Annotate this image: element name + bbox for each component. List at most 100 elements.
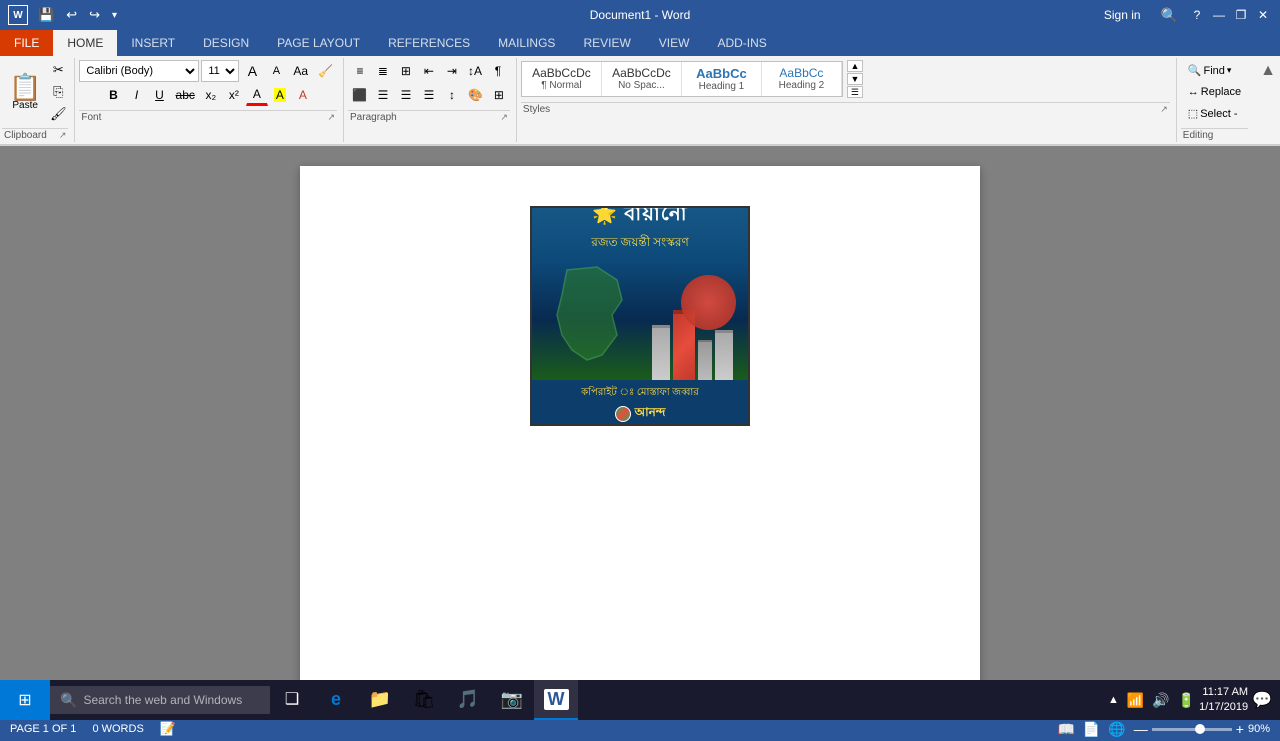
- increase-indent-btn[interactable]: ⇥: [441, 60, 463, 82]
- decrease-indent-btn[interactable]: ⇤: [418, 60, 440, 82]
- word-taskbar-app[interactable]: W: [534, 680, 578, 720]
- save-quick-btn[interactable]: 💾: [34, 5, 58, 25]
- copy-button[interactable]: ⎘: [48, 82, 68, 102]
- change-case-btn[interactable]: Aa: [289, 60, 312, 82]
- tab-design[interactable]: DESIGN: [189, 30, 263, 56]
- zoom-in-icon[interactable]: +: [1236, 721, 1244, 737]
- find-button[interactable]: 🔍 Find ▾: [1181, 60, 1239, 81]
- system-clock[interactable]: 11:17 AM 1/17/2019: [1199, 685, 1248, 716]
- status-bar-right: 📖 📄 🌐 — + 90%: [1057, 721, 1270, 738]
- read-mode-icon[interactable]: 📖: [1057, 721, 1074, 738]
- styles-more[interactable]: ☰: [847, 86, 863, 98]
- notification-icon[interactable]: 💬: [1252, 690, 1272, 710]
- text-color-button[interactable]: A: [246, 84, 268, 106]
- cut-button[interactable]: ✂: [48, 60, 68, 80]
- redo-quick-btn[interactable]: ↪: [85, 5, 104, 25]
- align-right-btn[interactable]: ☰: [395, 84, 417, 106]
- tab-references[interactable]: REFERENCES: [374, 30, 484, 56]
- taskbar-search[interactable]: 🔍 Search the web and Windows: [50, 686, 270, 714]
- styles-scroll-up[interactable]: ▲: [847, 60, 863, 72]
- format-painter-button[interactable]: 🖌: [48, 104, 68, 124]
- tab-review[interactable]: REVIEW: [569, 30, 644, 56]
- tray-arrow[interactable]: ▲: [1108, 694, 1119, 706]
- ribbon-collapse-btn[interactable]: ▲: [1256, 58, 1280, 142]
- search-icon[interactable]: 🔍: [1155, 5, 1184, 26]
- tab-insert[interactable]: INSERT: [117, 30, 189, 56]
- styles-scroll-down[interactable]: ▼: [847, 73, 863, 85]
- numbered-list-btn[interactable]: ≣: [372, 60, 394, 82]
- title-bar: W 💾 ↩ ↪ ▾ Document1 - Word Sign in 🔍 ? —…: [0, 0, 1280, 30]
- align-left-btn[interactable]: ⬛: [348, 84, 371, 106]
- bullet-list-btn[interactable]: ≡: [349, 60, 371, 82]
- volume-icon[interactable]: 🔊: [1152, 692, 1169, 709]
- font-color-button[interactable]: A: [292, 84, 314, 106]
- proofing-icon[interactable]: 📝: [160, 721, 176, 737]
- taskbar: ⊞ 🔍 Search the web and Windows ❑ e 📁 🛍 🎵: [0, 680, 1280, 720]
- paragraph-expand-icon[interactable]: ↗: [500, 112, 508, 123]
- page-info: PAGE 1 OF 1: [10, 723, 76, 735]
- restore-btn[interactable]: ❐: [1232, 6, 1250, 24]
- tab-page-layout[interactable]: PAGE LAYOUT: [263, 30, 374, 56]
- zoom-out-icon[interactable]: —: [1134, 721, 1148, 737]
- print-layout-icon[interactable]: 📄: [1083, 721, 1100, 738]
- clipboard-expand-icon[interactable]: ↗: [59, 130, 67, 141]
- subscript-button[interactable]: x₂: [200, 84, 222, 106]
- edge-app[interactable]: e: [314, 680, 358, 720]
- task-view-btn[interactable]: ❑: [270, 680, 314, 720]
- select-button[interactable]: ⬚ Select -: [1181, 103, 1245, 124]
- editing-group: 🔍 Find ▾ ↔ Replace ⬚ Select - Editing: [1179, 58, 1254, 142]
- web-layout-icon[interactable]: 🌐: [1108, 721, 1125, 738]
- undo-quick-btn[interactable]: ↩: [62, 5, 81, 25]
- tab-add-ins[interactable]: ADD-INS: [703, 30, 780, 56]
- replace-button[interactable]: ↔ Replace: [1181, 82, 1248, 102]
- grow-font-btn[interactable]: A: [241, 60, 263, 82]
- paste-button[interactable]: 📋 Paste: [2, 69, 48, 116]
- font-size-select[interactable]: 11: [201, 60, 239, 82]
- border-btn[interactable]: ⊞: [488, 84, 510, 106]
- minimize-btn[interactable]: —: [1210, 6, 1228, 24]
- close-btn[interactable]: ✕: [1254, 6, 1272, 24]
- line-spacing-btn[interactable]: ↕: [441, 84, 463, 106]
- italic-button[interactable]: I: [126, 84, 148, 106]
- superscript-button[interactable]: x²: [223, 84, 245, 106]
- zoom-slider[interactable]: [1152, 728, 1232, 731]
- tab-file[interactable]: FILE: [0, 30, 53, 56]
- tab-home[interactable]: HOME: [53, 30, 117, 56]
- clear-format-btn[interactable]: 🧹: [314, 60, 337, 82]
- sort-btn[interactable]: ↕A: [464, 60, 486, 82]
- network-icon[interactable]: 📶: [1127, 692, 1144, 709]
- font-family-select[interactable]: Calibri (Body): [79, 60, 199, 82]
- file-explorer-app[interactable]: 📁: [358, 680, 402, 720]
- font-group: Calibri (Body) 11 A A Aa 🧹 B I U abc x₂: [77, 58, 344, 142]
- shrink-font-btn[interactable]: A: [265, 60, 287, 82]
- show-formatting-btn[interactable]: ¶: [487, 60, 509, 82]
- help-btn[interactable]: ?: [1188, 6, 1206, 24]
- style-heading2[interactable]: AaBbCc Heading 2: [762, 62, 842, 96]
- bold-button[interactable]: B: [103, 84, 125, 106]
- style-normal[interactable]: AaBbCcDc ¶ Normal: [522, 62, 602, 96]
- style-heading1[interactable]: AaBbCc Heading 1: [682, 62, 762, 96]
- sign-in-link[interactable]: Sign in: [1104, 8, 1141, 22]
- multilevel-list-btn[interactable]: ⊞: [395, 60, 417, 82]
- font-expand-icon[interactable]: ↗: [327, 112, 335, 123]
- document-page[interactable]: 🌟 বায়ানো রজত জয়ন্তী সংস্করণ: [300, 166, 980, 717]
- zoom-level[interactable]: 90%: [1248, 723, 1270, 735]
- styles-expand-icon[interactable]: ↗: [1160, 104, 1168, 115]
- tab-mailings[interactable]: MAILINGS: [484, 30, 569, 56]
- align-center-btn[interactable]: ☰: [372, 84, 394, 106]
- battery-icon[interactable]: 🔋: [1178, 692, 1195, 709]
- justify-btn[interactable]: ☰: [418, 84, 440, 106]
- tab-view[interactable]: VIEW: [645, 30, 704, 56]
- status-bar: PAGE 1 OF 1 0 WORDS 📝 📖 📄 🌐 — + 90%: [0, 717, 1280, 741]
- book-cover-bottom: কপিরাইট ঃ মোস্তাফা জব্বার আনন্দ কম্পিউটা…: [532, 380, 748, 427]
- app6-btn[interactable]: 📷: [490, 680, 534, 720]
- style-no-spacing[interactable]: AaBbCcDc No Spac...: [602, 62, 682, 96]
- store-app[interactable]: 🛍: [402, 680, 446, 720]
- more-quick-btn[interactable]: ▾: [108, 8, 121, 23]
- shading-btn[interactable]: 🎨: [464, 84, 487, 106]
- highlight-button[interactable]: A: [269, 84, 291, 106]
- app5-btn[interactable]: 🎵: [446, 680, 490, 720]
- strikethrough-button[interactable]: abc: [172, 84, 199, 106]
- underline-button[interactable]: U: [149, 84, 171, 106]
- start-button[interactable]: ⊞: [0, 680, 50, 720]
